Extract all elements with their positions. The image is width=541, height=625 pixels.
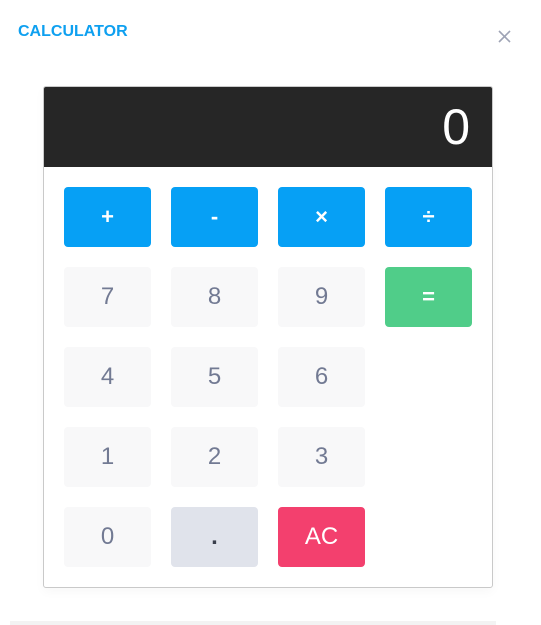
digit-8-button[interactable]: 8	[171, 267, 258, 327]
digit-9-button[interactable]: 9	[278, 267, 365, 327]
modal-title: CALCULATOR	[18, 23, 128, 40]
calculator-modal: CALCULATOR 0 + - × ÷ 7 8 9 = 4 5 6 1 2 3…	[0, 0, 541, 625]
digit-5-button[interactable]: 5	[171, 347, 258, 407]
calculator-display: 0	[44, 87, 492, 167]
close-button[interactable]	[494, 26, 514, 46]
all-clear-button[interactable]: AC	[278, 507, 365, 567]
calculator: 0 + - × ÷ 7 8 9 = 4 5 6 1 2 3 0 . AC	[43, 86, 493, 588]
digit-0-button[interactable]: 0	[64, 507, 151, 567]
digit-3-button[interactable]: 3	[278, 427, 365, 487]
add-button[interactable]: +	[64, 187, 151, 247]
divide-button[interactable]: ÷	[385, 187, 472, 247]
digit-2-button[interactable]: 2	[171, 427, 258, 487]
decimal-button[interactable]: .	[171, 507, 258, 567]
multiply-button[interactable]: ×	[278, 187, 365, 247]
digit-4-button[interactable]: 4	[64, 347, 151, 407]
digit-1-button[interactable]: 1	[64, 427, 151, 487]
close-icon	[498, 30, 511, 43]
footer-divider	[10, 621, 496, 625]
digit-6-button[interactable]: 6	[278, 347, 365, 407]
subtract-button[interactable]: -	[171, 187, 258, 247]
digit-7-button[interactable]: 7	[64, 267, 151, 327]
equals-button[interactable]: =	[385, 267, 472, 327]
